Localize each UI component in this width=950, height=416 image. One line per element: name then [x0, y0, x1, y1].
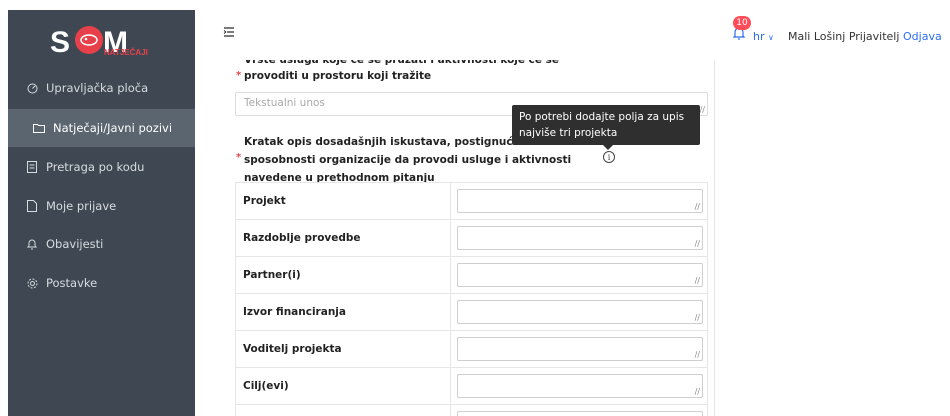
bell-icon [23, 238, 41, 250]
sidebar-item-moje-prijave[interactable]: Moje prijave [8, 187, 195, 225]
partner-field[interactable]: ∕∕ [457, 263, 703, 287]
gear-icon [23, 278, 41, 289]
content-divider [714, 60, 715, 416]
required-marker: * [236, 152, 242, 163]
sidebar-item-postavke[interactable]: Postavke [8, 264, 195, 302]
table-row: Razdoblje provedbe ∕∕ [236, 219, 707, 256]
table-row: Izvor financiranja ∕∕ [236, 293, 707, 330]
info-icon[interactable]: i [603, 151, 615, 163]
menu-toggle-icon[interactable] [222, 24, 236, 38]
voditelj-field[interactable]: ∕∕ [457, 337, 703, 361]
logo-subtitle: NATJEČAJI [104, 48, 148, 57]
file-icon [23, 200, 41, 212]
row-label: Izvor financiranja [243, 306, 346, 318]
resize-handle-icon[interactable]: ∕∕ [695, 387, 700, 396]
user-name: Mali Lošinj Prijavitelj [788, 30, 900, 43]
document-icon [23, 161, 41, 173]
sidebar-item-label: Postavke [46, 276, 98, 290]
folder-icon [30, 123, 48, 133]
row-label: Cilj(evi) [243, 380, 289, 392]
resize-handle-icon[interactable]: ∕∕ [695, 350, 700, 359]
table-row: Projekt ∕∕ [236, 182, 707, 219]
question1-placeholder: Tekstualni unos [244, 97, 325, 109]
logout-link[interactable]: Odjava [903, 30, 942, 43]
resize-handle-icon[interactable]: ∕∕ [695, 202, 700, 211]
som-logo-icon: S M [50, 26, 128, 59]
resize-handle-icon[interactable]: ∕∕ [695, 239, 700, 248]
row-label: Projekt [243, 195, 286, 207]
chevron-down-icon: ∨ [768, 33, 774, 42]
svg-text:S: S [50, 26, 70, 59]
ciljevi-field[interactable]: ∕∕ [457, 374, 703, 398]
table-row [236, 404, 707, 416]
tooltip-arrow [603, 145, 613, 150]
row-label: Partner(i) [243, 269, 301, 281]
question1-label: Vrste usluga koje će se pružati i aktivn… [244, 60, 560, 82]
row-label: Razdoblje provedbe [243, 232, 361, 244]
language-label: hr [753, 30, 765, 43]
sidebar: S M NATJEČAJI Upravljačka ploča Natječaj… [8, 10, 195, 416]
required-marker: * [236, 70, 242, 81]
resize-handle-icon[interactable]: ∕∕ [695, 276, 700, 285]
sidebar-item-label: Upravljačka ploča [46, 81, 149, 95]
projekt-field[interactable]: ∕∕ [457, 189, 703, 213]
notification-count-badge[interactable]: 10 [733, 16, 751, 30]
sidebar-item-dashboard[interactable]: Upravljačka ploča [8, 69, 195, 107]
razdoblje-field[interactable]: ∕∕ [457, 226, 703, 250]
table-row: Partner(i) ∕∕ [236, 256, 707, 293]
resize-handle-icon[interactable]: ∕∕ [700, 105, 705, 114]
izvor-financiranja-field[interactable]: ∕∕ [457, 300, 703, 324]
sidebar-item-obavijesti[interactable]: Obavijesti [8, 225, 195, 263]
tooltip: Po potrebi dodajte polja za upis najviše… [512, 105, 700, 145]
dashboard-icon [23, 83, 41, 94]
sidebar-item-label: Moje prijave [46, 199, 117, 213]
logo[interactable]: S M NATJEČAJI [8, 10, 195, 68]
table-row: Voditelj projekta ∕∕ [236, 330, 707, 367]
sidebar-item-natjecaji[interactable]: Natječaji/Javni pozivi [8, 109, 195, 147]
sidebar-item-label: Obavijesti [46, 237, 104, 251]
table-row: Cilj(evi) ∕∕ [236, 367, 707, 404]
projects-table: Projekt ∕∕ Razdoblje provedbe ∕∕ Partner… [235, 182, 708, 416]
sidebar-item-label: Pretraga po kodu [46, 160, 145, 174]
question1-container: Vrste usluga koje će se pružati i aktivn… [244, 60, 664, 90]
sidebar-item-label: Natječaji/Javni pozivi [53, 121, 173, 135]
resize-handle-icon[interactable]: ∕∕ [695, 313, 700, 322]
language-selector[interactable]: hr ∨ [753, 30, 774, 43]
next-field[interactable] [457, 411, 703, 416]
sidebar-item-pretraga[interactable]: Pretraga po kodu [8, 148, 195, 186]
row-label: Voditelj projekta [243, 343, 342, 355]
